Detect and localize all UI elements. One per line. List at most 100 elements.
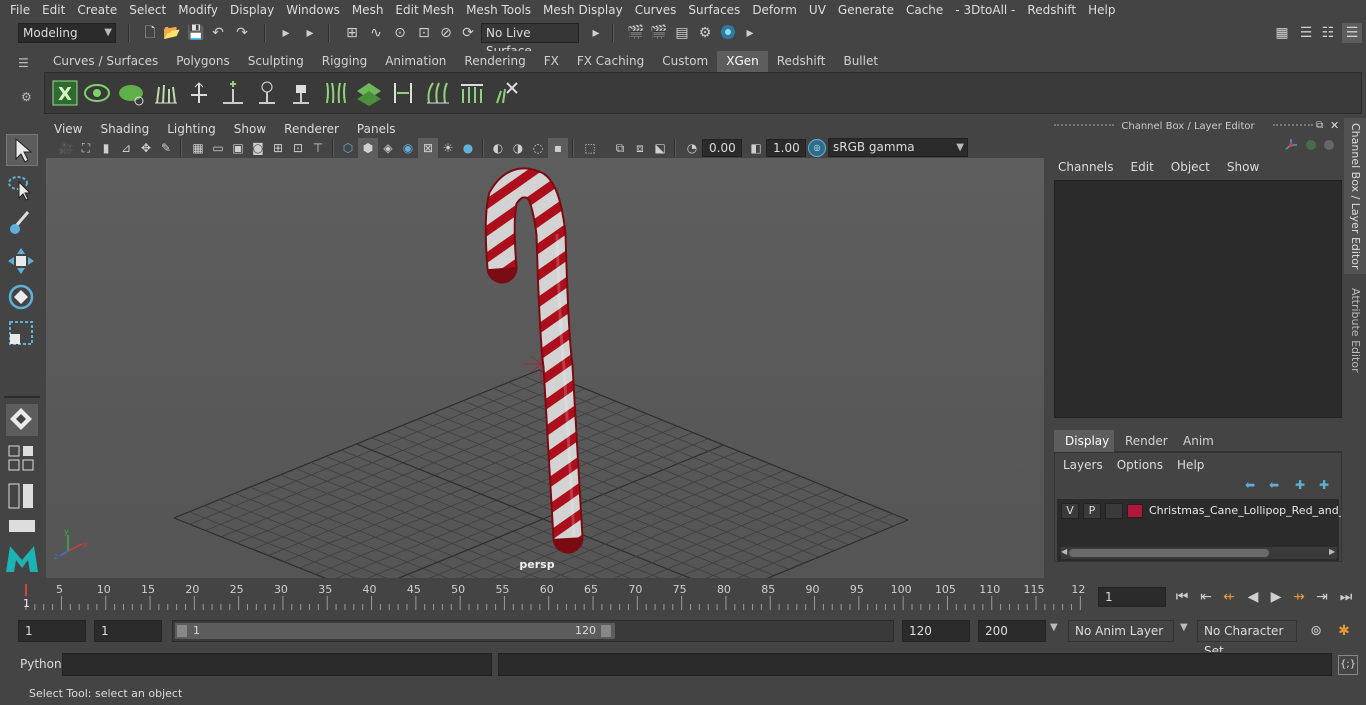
paint-select-tool-icon[interactable] bbox=[6, 208, 38, 240]
layer-row[interactable]: V P Christmas_Cane_Lollipop_Red_and_G bbox=[1061, 503, 1341, 519]
live-surface-field[interactable]: No Live Surface bbox=[481, 23, 579, 58]
go-to-start-icon[interactable]: ⏮ bbox=[1172, 587, 1192, 607]
menu-file[interactable]: File bbox=[4, 3, 36, 17]
move-tool-icon[interactable] bbox=[6, 246, 38, 278]
toggle-tool-settings-icon[interactable]: ☷ bbox=[1318, 23, 1338, 43]
screen-space-ao-icon[interactable]: ● bbox=[458, 138, 478, 158]
menu-surfaces[interactable]: Surfaces bbox=[682, 3, 746, 17]
snap-point-icon[interactable]: ⊙ bbox=[390, 23, 410, 43]
xgen-guide-tool-icon[interactable] bbox=[185, 79, 213, 107]
shelf-tab-sculpting[interactable]: Sculpting bbox=[238, 51, 313, 72]
film-gate-icon[interactable]: ▭ bbox=[208, 138, 228, 158]
shelf-menu-icon[interactable]: ☰ bbox=[18, 56, 38, 70]
new-layer-from-selected-icon[interactable]: ✚ bbox=[1319, 478, 1329, 492]
play-forwards-icon[interactable]: ▶ bbox=[1266, 587, 1286, 607]
multisample-aa-icon[interactable]: ◑ bbox=[508, 138, 528, 158]
close-icon[interactable]: ✕ bbox=[1330, 119, 1339, 132]
gamma-icon[interactable]: ◧ bbox=[746, 138, 766, 158]
menu-redshift[interactable]: Redshift bbox=[1021, 3, 1082, 17]
snap-view-plane-icon[interactable]: ⊡ bbox=[414, 23, 434, 43]
scrollbar-thumb[interactable] bbox=[1069, 549, 1269, 557]
ipr-render-icon[interactable]: ▤ bbox=[672, 23, 692, 43]
wireframe-icon[interactable]: ⬡ bbox=[338, 138, 358, 158]
shelf-tab-fx-caching[interactable]: FX Caching bbox=[567, 51, 654, 72]
drag-handle[interactable] bbox=[1273, 124, 1313, 132]
new-layer-icon[interactable]: ✚ bbox=[1295, 478, 1305, 492]
shelf-tab-animation[interactable]: Animation bbox=[376, 51, 456, 72]
horizontal-scrollbar[interactable]: ◀ ▶ bbox=[1061, 547, 1337, 559]
animation-start-field[interactable]: 1 bbox=[18, 620, 86, 642]
snap-grid-icon[interactable]: ⊞ bbox=[342, 23, 362, 43]
shelf-settings-icon[interactable]: ⚙ bbox=[21, 90, 37, 106]
playback-start-field[interactable]: 1 bbox=[94, 620, 162, 642]
current-time-marker[interactable] bbox=[25, 584, 27, 596]
render-current-icon[interactable]: 🎬 bbox=[649, 23, 669, 43]
shelf-tab-xgen[interactable]: XGen bbox=[717, 51, 768, 72]
safe-title-icon[interactable]: ⊤ bbox=[308, 138, 328, 158]
viewport-menu-lighting[interactable]: Lighting bbox=[159, 122, 226, 136]
collapse-arrow-icon[interactable]: ▸ bbox=[300, 23, 320, 43]
range-slider-handle[interactable]: 1 120 bbox=[175, 623, 615, 639]
channel-box-menu-show[interactable]: Show bbox=[1223, 160, 1272, 178]
toggle-channel-box-icon[interactable]: ☰ bbox=[1342, 23, 1362, 43]
camera-attributes-icon[interactable]: ⛶ bbox=[76, 138, 96, 158]
motion-blur-icon[interactable]: ◐ bbox=[488, 138, 508, 158]
menu-edit-mesh[interactable]: Edit Mesh bbox=[389, 3, 460, 17]
status-dot-icon[interactable] bbox=[1306, 140, 1316, 150]
move-layer-down-icon[interactable]: ⬅ bbox=[1269, 478, 1279, 492]
menu-edit[interactable]: Edit bbox=[36, 3, 71, 17]
channel-box-menu-channels[interactable]: Channels bbox=[1054, 160, 1127, 178]
xgen-create-description-icon[interactable]: X bbox=[51, 79, 79, 107]
viewport-menu-shading[interactable]: Shading bbox=[92, 122, 159, 136]
shelf-tab-fx[interactable]: FX bbox=[534, 51, 568, 72]
menu-uv[interactable]: UV bbox=[803, 3, 832, 17]
move-layer-up-icon[interactable]: ⬅ bbox=[1245, 478, 1255, 492]
menu-curves[interactable]: Curves bbox=[629, 3, 683, 17]
xgen-select-guide-icon[interactable] bbox=[253, 79, 281, 107]
layer-playback-toggle[interactable]: P bbox=[1083, 503, 1101, 519]
two-d-pan-zoom-icon[interactable]: ✥ bbox=[136, 138, 156, 158]
step-forward-frame-icon[interactable]: ⇸ bbox=[1289, 587, 1309, 607]
color-management-icon[interactable]: ◎ bbox=[808, 139, 826, 157]
character-set-dropdown[interactable]: No Character Set bbox=[1197, 620, 1297, 658]
channel-box-menu-edit[interactable]: Edit bbox=[1127, 160, 1167, 178]
exposure-field[interactable]: 0.00 bbox=[702, 139, 742, 157]
xgen-guides-curves-icon[interactable] bbox=[321, 79, 349, 107]
shelf-tab-curves-surfaces[interactable]: Curves / Surfaces bbox=[44, 51, 168, 72]
menu-windows[interactable]: Windows bbox=[280, 3, 346, 17]
layout-single-icon[interactable] bbox=[8, 518, 36, 534]
shelf-tab-redshift[interactable]: Redshift bbox=[767, 51, 835, 72]
anim-layer-dropdown[interactable]: No Anim Layer bbox=[1068, 620, 1174, 642]
menu-modify[interactable]: Modify bbox=[172, 3, 224, 17]
status-dot-icon[interactable] bbox=[1324, 140, 1334, 150]
shelf-tab-rendering[interactable]: Rendering bbox=[455, 51, 535, 72]
field-chart-icon[interactable]: ⊞ bbox=[268, 138, 288, 158]
scale-tool-icon[interactable] bbox=[6, 318, 38, 350]
xray-icon[interactable]: ⬚ bbox=[580, 138, 600, 158]
menu-generate[interactable]: Generate bbox=[832, 3, 900, 17]
grease-pencil-icon[interactable]: ✎ bbox=[156, 138, 176, 158]
layer-tab-display[interactable]: Display bbox=[1054, 430, 1114, 452]
channel-box-area[interactable] bbox=[1054, 180, 1342, 418]
script-language-label[interactable]: Python bbox=[20, 657, 62, 671]
image-plane-icon[interactable]: ⊿ bbox=[116, 138, 136, 158]
xray-active-icon[interactable]: ⧈ bbox=[630, 138, 650, 158]
undo-icon[interactable]: ↶ bbox=[208, 23, 228, 43]
menu-create[interactable]: Create bbox=[71, 3, 123, 17]
collapse-arrow-icon[interactable]: ▸ bbox=[740, 23, 760, 43]
scroll-right-icon[interactable]: ▶ bbox=[1329, 547, 1335, 556]
xgen-interactive-groom-icon[interactable] bbox=[117, 79, 145, 107]
current-frame-field[interactable]: 1 bbox=[1098, 587, 1166, 607]
axis-toggle-icon[interactable] bbox=[1284, 138, 1298, 152]
use-all-lights-icon[interactable]: ⊠ bbox=[418, 138, 438, 158]
workspace-icon[interactable]: ▦ bbox=[1272, 23, 1292, 43]
smooth-shade-icon[interactable]: ⬢ bbox=[358, 138, 378, 158]
hypershade-icon[interactable] bbox=[718, 23, 738, 43]
layer-menu-help[interactable]: Help bbox=[1177, 458, 1218, 472]
wireframe-on-shaded-icon[interactable]: ◈ bbox=[378, 138, 398, 158]
auto-key-icon[interactable]: ⊚ bbox=[1306, 621, 1326, 641]
layout-quad-icon[interactable] bbox=[8, 444, 36, 472]
step-back-key-icon[interactable]: ⇤ bbox=[1196, 587, 1216, 607]
render-view-icon[interactable]: 🎬 bbox=[626, 23, 646, 43]
view-transform-dropdown[interactable]: sRGB gamma ▼ bbox=[828, 138, 968, 157]
